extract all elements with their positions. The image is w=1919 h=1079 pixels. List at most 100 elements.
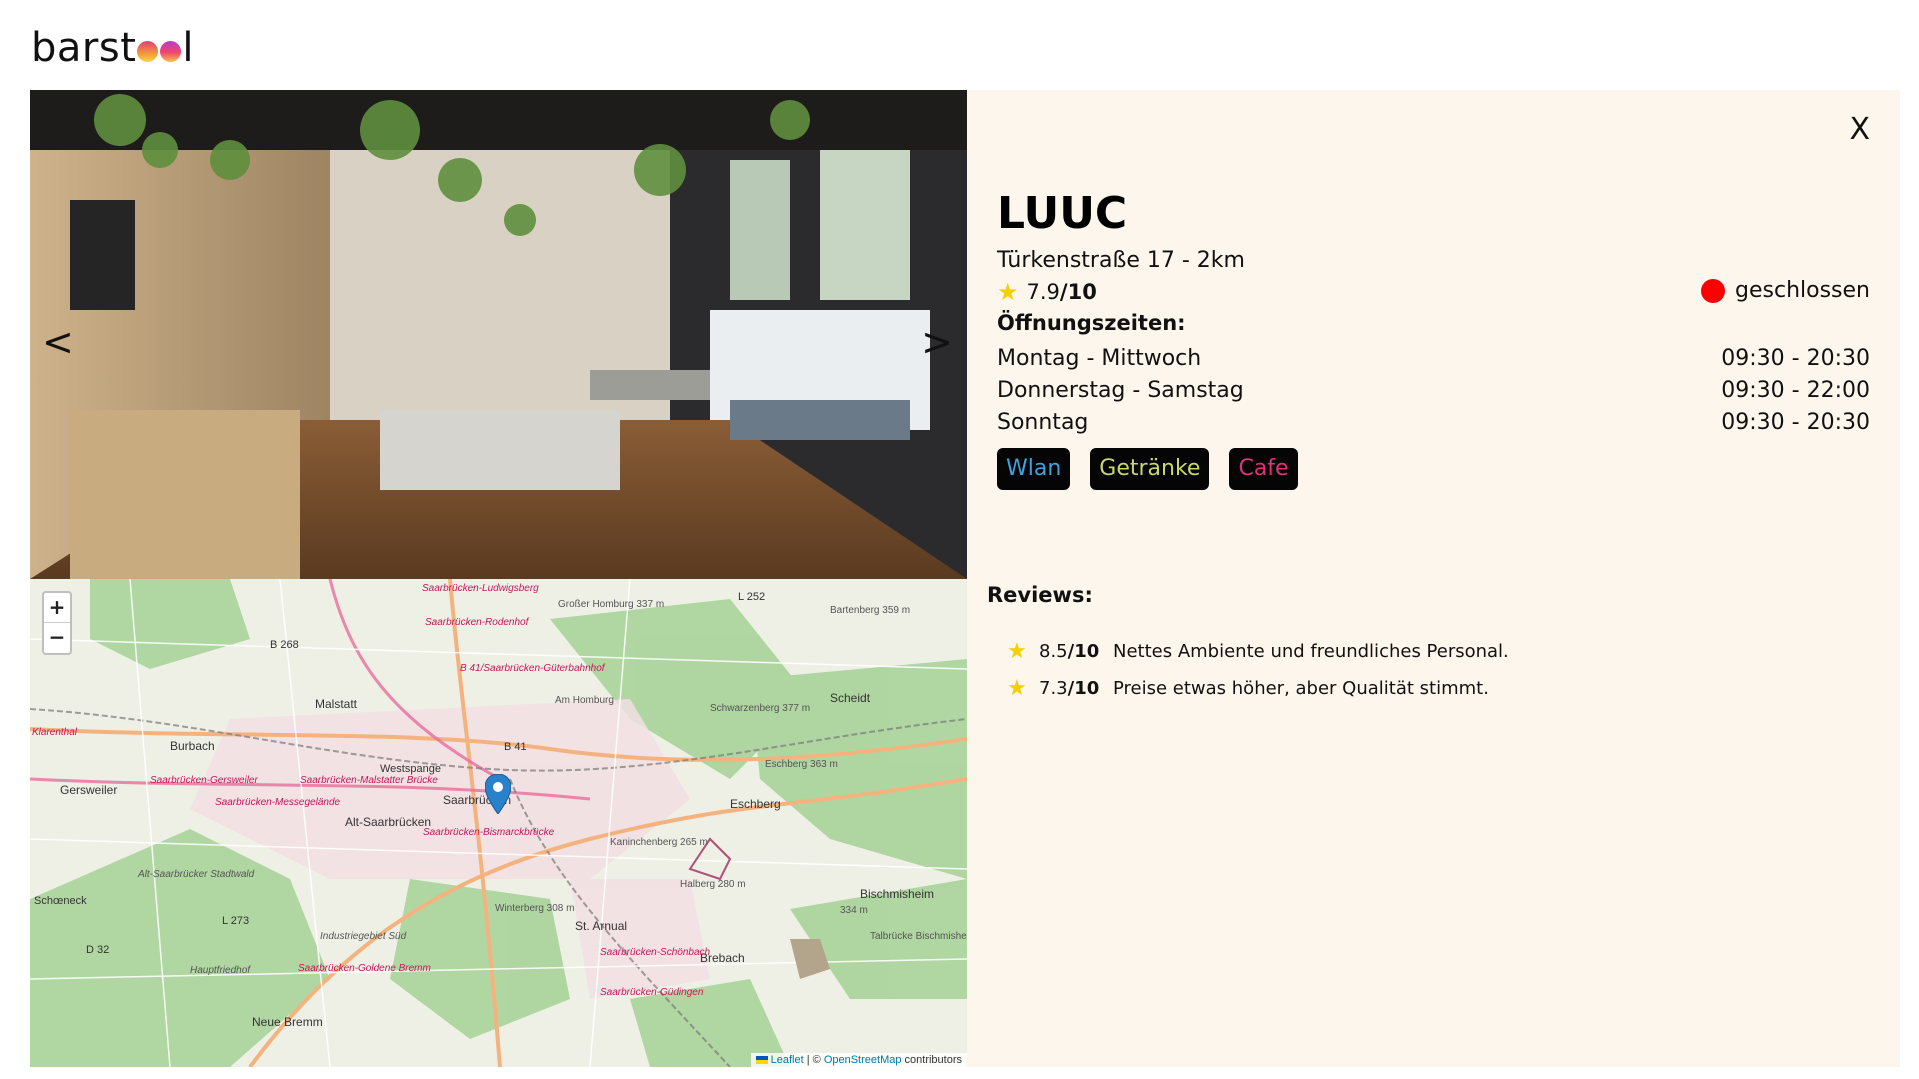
map-label: Schœneck <box>34 895 87 907</box>
tag-getraenke[interactable]: Getränke <box>1090 448 1210 490</box>
map-label: Neue Bremm <box>252 1015 323 1029</box>
osm-link[interactable]: OpenStreetMap <box>824 1054 902 1066</box>
logo-text-suffix: l <box>182 25 194 71</box>
location-name: LUUC <box>997 188 1128 239</box>
location-marker-icon[interactable] <box>484 773 512 818</box>
map-label: Kaninchenberg 265 m <box>610 837 708 848</box>
map-label: Saarbrücken-Messegelände <box>215 797 341 808</box>
hours-time: 09:30 - 20:30 <box>1721 410 1870 435</box>
leaflet-link[interactable]: Leaflet <box>771 1054 804 1066</box>
map-label: Westspange <box>380 763 441 775</box>
barstool-logo[interactable]: barst l <box>31 25 194 71</box>
photo-carousel: < > <box>30 90 967 579</box>
tag-list: Wlan Getränke Cafe <box>997 448 1298 490</box>
close-button[interactable]: X <box>1849 112 1870 147</box>
status-text: geschlossen <box>1735 278 1870 303</box>
map-label: Industriegebiet Süd <box>320 931 407 942</box>
hours-days: Sonntag <box>997 410 1089 435</box>
review-score-max: /10 <box>1067 678 1100 699</box>
zoom-out-button[interactable]: − <box>44 623 70 653</box>
map-label: Eschberg <box>730 797 781 811</box>
map-label: Gersweiler <box>60 783 118 797</box>
reviews-list: ★ 8.5/10 Nettes Ambiente und freundliche… <box>1007 633 1509 707</box>
map-label: L 252 <box>738 591 766 603</box>
map-label: B 268 <box>270 639 299 651</box>
logo-o-icon <box>160 40 182 62</box>
review-item: ★ 7.3/10 Preise etwas höher, aber Qualit… <box>1007 670 1509 707</box>
detail-panel: X LUUC Türkenstraße 17 - 2km ★ 7.9/10 ge… <box>967 90 1900 1067</box>
review-item: ★ 8.5/10 Nettes Ambiente und freundliche… <box>1007 633 1509 670</box>
carousel-next-button[interactable]: > <box>921 320 953 364</box>
map-label: Saarbrücken-Schönbach <box>600 947 711 958</box>
tag-cafe[interactable]: Cafe <box>1229 448 1298 490</box>
map-label: Saarbrücken-Bismarckbrücke <box>423 827 555 838</box>
map-label: Saarbrücken-Gersweiler <box>150 775 258 786</box>
reviews-title: Reviews: <box>987 583 1093 607</box>
map-label: Großer Homburg 337 m <box>558 599 665 610</box>
cafe-interior-photo <box>30 90 967 579</box>
open-status: geschlossen <box>1701 278 1870 303</box>
hours-days: Donnerstag - Samstag <box>997 378 1244 403</box>
star-icon: ★ <box>997 278 1019 306</box>
ukraine-flag-icon <box>755 1056 768 1065</box>
location-map[interactable]: Saarbrücken-Ludwigsberg Großer Homburg 3… <box>30 579 967 1067</box>
map-label: Scheidt <box>830 691 871 705</box>
map-label: Hauptfriedhof <box>190 965 251 976</box>
map-label: Talbrücke Bischmisheim <box>870 931 967 942</box>
rating-value: 7.9 <box>1026 280 1060 304</box>
map-attribution: Leaflet | © OpenStreetMap contributors <box>750 1053 967 1067</box>
map-label: Bischmisheim <box>860 887 935 901</box>
rating-max: /10 <box>1059 280 1097 304</box>
review-text: Nettes Ambiente und freundliches Persona… <box>1113 641 1509 662</box>
map-label: Eschberg 363 m <box>765 759 838 770</box>
hours-time: 09:30 - 22:00 <box>1721 378 1870 403</box>
map-label: Schwarzenberg 377 m <box>710 703 811 714</box>
map-label: Halberg 280 m <box>680 879 746 890</box>
star-icon: ★ <box>1007 676 1027 701</box>
location-address: Türkenstraße 17 - 2km <box>997 248 1245 273</box>
map-label: Am Homburg <box>555 695 614 706</box>
map-label: Saarbrücken-Goldene Bremm <box>298 963 431 974</box>
map-label: Klarenthal <box>32 727 78 738</box>
map-label: Saarbrücken-Ludwigsberg <box>422 583 539 594</box>
location-rating: ★ 7.9/10 <box>997 278 1097 306</box>
map-label: Saarbrücken-Malstatter Brücke <box>300 775 438 786</box>
map-zoom-control: + − <box>42 591 72 655</box>
carousel-prev-button[interactable]: < <box>42 320 74 364</box>
map-label: 334 m <box>840 905 868 916</box>
zoom-in-button[interactable]: + <box>44 593 70 623</box>
map-label: St. Arnual <box>575 919 628 933</box>
map-label: Alt-Saarbrücken <box>345 815 432 829</box>
map-label: L 273 <box>222 915 250 927</box>
map-label: D 32 <box>86 944 110 956</box>
map-label: Bartenberg 359 m <box>830 605 911 616</box>
hours-row: Montag - Mittwoch 09:30 - 20:30 <box>997 343 1870 375</box>
hours-row: Sonntag 09:30 - 20:30 <box>997 407 1870 439</box>
map-label: Winterberg 308 m <box>495 903 575 914</box>
opening-hours-list: Montag - Mittwoch 09:30 - 20:30 Donnerst… <box>997 343 1870 439</box>
hours-time: 09:30 - 20:30 <box>1721 346 1870 371</box>
review-text: Preise etwas höher, aber Qualität stimmt… <box>1113 678 1489 699</box>
opening-hours-title: Öffnungszeiten: <box>997 311 1186 335</box>
review-score: 7.3 <box>1039 678 1068 699</box>
logo-o-icon <box>137 40 159 62</box>
star-icon: ★ <box>1007 639 1027 664</box>
hours-days: Montag - Mittwoch <box>997 346 1202 371</box>
hours-row: Donnerstag - Samstag 09:30 - 22:00 <box>997 375 1870 407</box>
tag-wlan[interactable]: Wlan <box>997 448 1071 490</box>
map-label: Alt-Saarbrücker Stadtwald <box>138 869 255 880</box>
map-label: Saarbrücken-Güdingen <box>600 987 704 998</box>
location-panel: < > Saarbrücken-Ludwigsberg Großer Hombu… <box>30 90 1900 1067</box>
map-label: B 41 <box>504 741 527 753</box>
map-label: B 41/Saarbrücken-Güterbahnhof <box>460 663 605 674</box>
review-score: 8.5 <box>1039 641 1068 662</box>
map-label: Saarbrücken-Rodenhof <box>425 617 529 628</box>
status-dot-icon <box>1701 278 1726 303</box>
logo-text-prefix: barst <box>31 25 137 71</box>
review-score-max: /10 <box>1067 641 1100 662</box>
header: barst l <box>31 20 194 76</box>
map-label: Burbach <box>170 739 215 753</box>
attribution-separator: | © <box>803 1054 824 1066</box>
map-tiles <box>30 579 967 1067</box>
map-label: Malstatt <box>315 697 358 711</box>
